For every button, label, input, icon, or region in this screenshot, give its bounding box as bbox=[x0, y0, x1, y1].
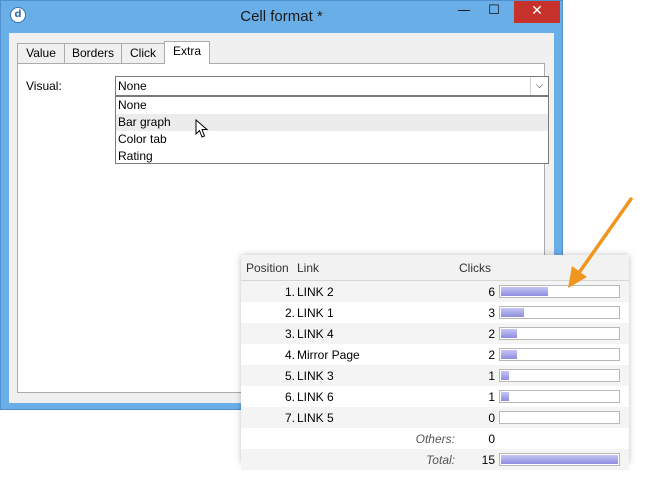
table-row: 5. LINK 3 1 bbox=[241, 365, 629, 386]
tab-extra[interactable]: Extra bbox=[164, 41, 210, 64]
close-button[interactable]: ✕ bbox=[514, 1, 560, 23]
others-label: Others: bbox=[415, 432, 455, 446]
title-bar[interactable]: d Cell format * — ☐ ✕ bbox=[1, 1, 562, 33]
row-bar-graph bbox=[499, 327, 620, 340]
tab-borders[interactable]: Borders bbox=[64, 43, 122, 63]
annotation-arrow-icon bbox=[568, 197, 633, 288]
row-clicks: 1 bbox=[488, 369, 495, 383]
header-clicks: Clicks bbox=[459, 261, 491, 275]
table-row: 3. LINK 4 2 bbox=[241, 323, 629, 344]
bar-fill bbox=[501, 308, 524, 317]
visual-select[interactable]: None ⌵ bbox=[115, 76, 549, 96]
row-link-name[interactable]: LINK 2 bbox=[297, 285, 334, 299]
table-row: 4. Mirror Page 2 bbox=[241, 344, 629, 365]
tab-value[interactable]: Value bbox=[17, 43, 65, 63]
bar-fill bbox=[501, 371, 509, 380]
tab-click[interactable]: Click bbox=[121, 43, 165, 63]
row-bar-graph bbox=[499, 348, 620, 361]
row-position: 4. bbox=[284, 348, 295, 362]
row-link-name[interactable]: Mirror Page bbox=[297, 348, 360, 362]
row-clicks: 2 bbox=[488, 348, 495, 362]
row-bar-graph bbox=[499, 369, 620, 382]
row-link-name[interactable]: LINK 5 bbox=[297, 411, 334, 425]
row-link-name[interactable]: LINK 6 bbox=[297, 390, 334, 404]
table-row: 6. LINK 6 1 bbox=[241, 386, 629, 407]
total-label: Total: bbox=[426, 453, 455, 467]
visual-select-value: None bbox=[118, 79, 147, 93]
others-row: Others: 0 bbox=[241, 428, 629, 449]
bar-fill bbox=[501, 287, 548, 296]
row-position: 1. bbox=[284, 285, 295, 299]
bar-fill bbox=[501, 455, 618, 464]
maximize-button[interactable]: ☐ bbox=[479, 1, 509, 23]
row-clicks: 2 bbox=[488, 327, 495, 341]
visual-label: Visual: bbox=[26, 79, 62, 93]
others-clicks: 0 bbox=[488, 432, 495, 446]
visual-dropdown-list: None Bar graph Color tab Rating bbox=[115, 96, 549, 164]
row-clicks: 1 bbox=[488, 390, 495, 404]
header-link: Link bbox=[297, 261, 320, 275]
row-link-name[interactable]: LINK 4 bbox=[297, 327, 334, 341]
row-link-name[interactable]: LINK 1 bbox=[297, 306, 334, 320]
row-bar-graph bbox=[499, 390, 620, 403]
bar-fill bbox=[501, 350, 517, 359]
row-clicks: 3 bbox=[488, 306, 495, 320]
row-bar-graph bbox=[499, 306, 620, 319]
option-rating[interactable]: Rating bbox=[116, 148, 548, 165]
mouse-cursor-icon bbox=[195, 119, 209, 138]
table-row: 2. LINK 1 3 bbox=[241, 302, 629, 323]
row-link-name[interactable]: LINK 3 bbox=[297, 369, 334, 383]
option-bar-graph[interactable]: Bar graph bbox=[116, 114, 548, 131]
header-position: Position bbox=[246, 261, 289, 275]
row-clicks: 6 bbox=[488, 285, 495, 299]
option-none[interactable]: None bbox=[116, 97, 548, 114]
chevron-down-icon[interactable]: ⌵ bbox=[530, 77, 548, 95]
table-row: 7. LINK 5 0 bbox=[241, 407, 629, 428]
option-color-tab[interactable]: Color tab bbox=[116, 131, 548, 148]
row-position: 2. bbox=[284, 306, 295, 320]
row-position: 5. bbox=[284, 369, 295, 383]
total-clicks: 15 bbox=[481, 453, 495, 467]
row-position: 6. bbox=[284, 390, 295, 404]
row-clicks: 0 bbox=[488, 411, 495, 425]
bar-fill bbox=[501, 329, 517, 338]
row-position: 3. bbox=[284, 327, 295, 341]
row-position: 7. bbox=[284, 411, 295, 425]
minimize-button[interactable]: — bbox=[449, 1, 479, 23]
bar-fill bbox=[501, 392, 509, 401]
total-row: Total: 15 bbox=[241, 449, 629, 470]
row-bar-graph bbox=[499, 411, 620, 424]
total-bar-graph bbox=[499, 453, 620, 466]
